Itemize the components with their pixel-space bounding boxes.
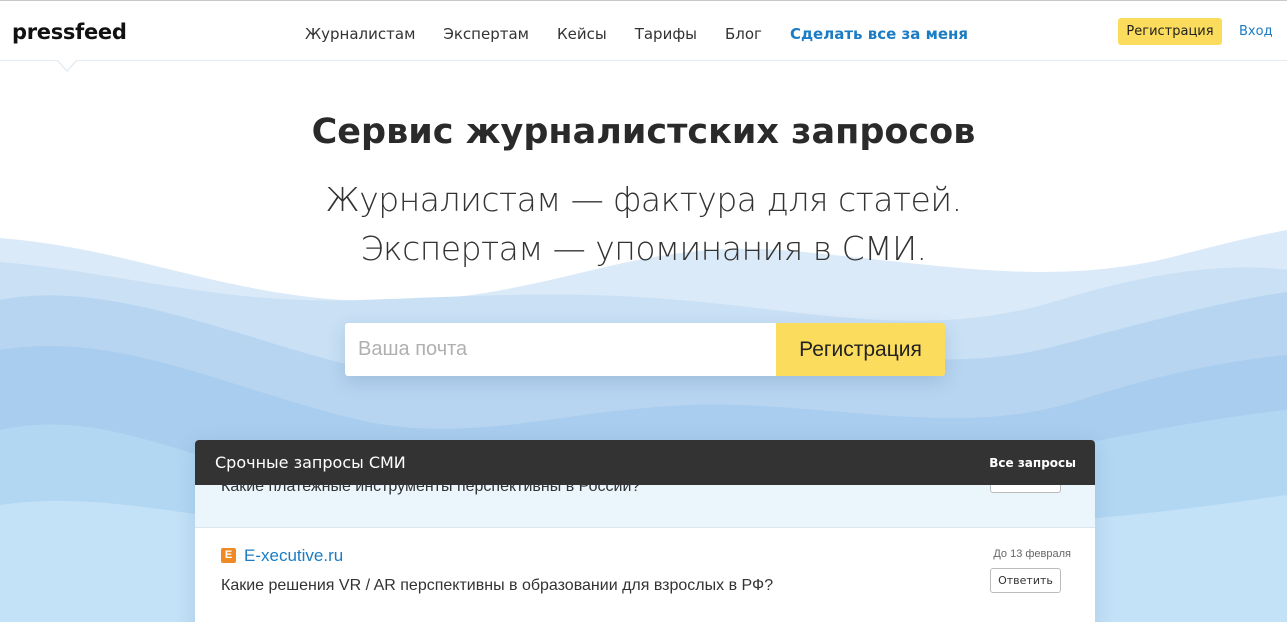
list-item: Какие платежные инструменты перспективны… [195,485,1095,528]
main-nav: Журналистам Экспертам Кейсы Тарифы Блог … [305,25,996,43]
register-button[interactable]: Регистрация [776,323,945,376]
reply-button[interactable] [990,485,1061,493]
request-question: Какие решения VR / AR перспективны в обр… [221,577,774,594]
request-deadline: До 13 февраля [993,548,1071,560]
nav-experts[interactable]: Экспертам [443,25,529,43]
hero-title: Сервис журналистских запросов [311,112,976,152]
hero-subtitle-journalists: Журналистам — фактура для статей. [325,180,962,219]
list-item: E E-xecutive.ru До 13 февраля Какие реше… [195,528,1095,622]
panel-title: Срочные запросы СМИ [215,453,406,472]
top-header: pressfeed Журналистам Экспертам Кейсы Та… [0,0,1287,61]
outlet-logo-icon: E [221,548,236,563]
email-input[interactable] [345,323,776,376]
logo[interactable]: pressfeed [12,20,127,44]
panel-header: Срочные запросы СМИ Все запросы [195,440,1095,485]
nav-cases[interactable]: Кейсы [557,25,607,43]
header-register-button[interactable]: Регистрация [1118,18,1222,45]
nav-blog[interactable]: Блог [725,25,762,43]
login-link[interactable]: Вход [1239,24,1273,39]
header-caret-fill [57,59,77,70]
nav-do-everything[interactable]: Сделать все за меня [790,25,968,43]
outlet-link[interactable]: E-xecutive.ru [244,546,343,566]
reply-button[interactable]: Ответить [990,568,1061,593]
signup-form: Регистрация [345,323,945,376]
nav-journalists[interactable]: Журналистам [305,25,415,43]
hero-subtitle-experts: Экспертам — упоминания в СМИ. [360,229,927,268]
request-question: Какие платежные инструменты перспективны… [221,485,641,495]
all-requests-link[interactable]: Все запросы [989,456,1076,470]
nav-pricing[interactable]: Тарифы [635,25,697,43]
urgent-requests-panel: Срочные запросы СМИ Все запросы Какие пл… [195,440,1095,622]
